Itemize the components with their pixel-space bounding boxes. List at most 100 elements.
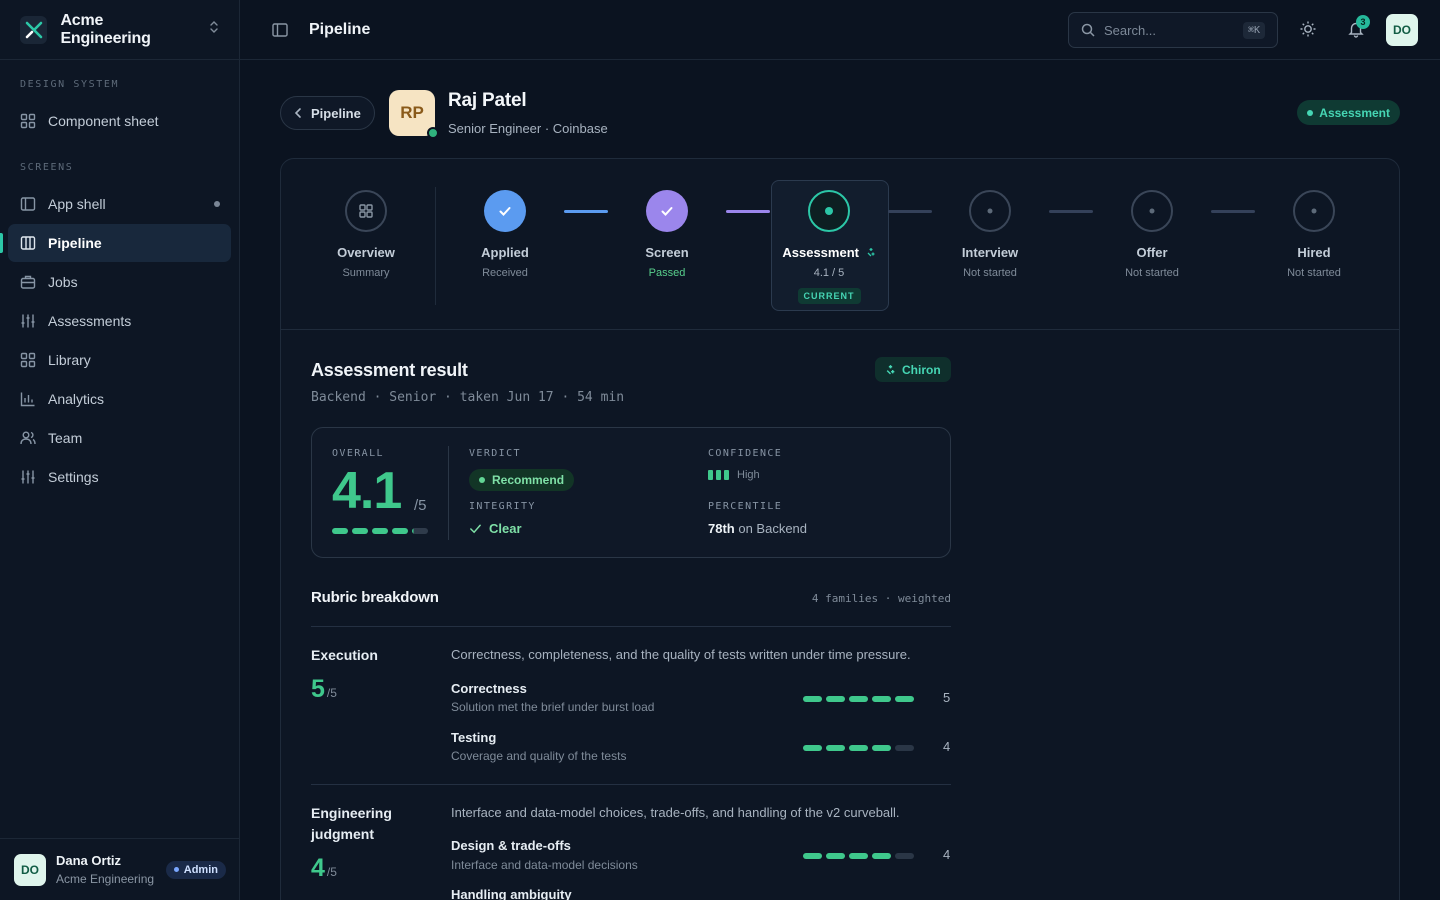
overall-label: OVERALL [332, 448, 384, 459]
percentile: 78th on Backend [708, 521, 807, 536]
criterion-score: 4 [943, 847, 951, 862]
step-status: Not started [1125, 267, 1179, 279]
confidence-meter: High [708, 469, 760, 481]
shortcut-hint: ⌘K [1242, 21, 1265, 39]
family-name: Execution [311, 647, 378, 663]
score-bar-segment [803, 853, 822, 859]
users-icon [20, 430, 36, 446]
step-label: Screen [645, 245, 689, 260]
columns-icon [20, 235, 36, 251]
check-icon [646, 190, 688, 232]
sliders-icon [20, 469, 36, 485]
sidebar-item-team[interactable]: Team [8, 419, 231, 457]
sidebar-item-pipeline[interactable]: Pipeline [0, 224, 231, 262]
dot-icon [1293, 190, 1335, 232]
divider [311, 626, 951, 627]
score-bar-segment [849, 696, 868, 702]
check-icon [484, 190, 526, 232]
family-name: Engineering judgment [311, 805, 392, 842]
overall-score-max: /5 [414, 497, 427, 514]
score-bar-segment [332, 528, 348, 534]
search-input[interactable] [1104, 22, 1224, 38]
grid-icon [20, 352, 36, 368]
confidence-value: High [737, 469, 760, 481]
confidence-bar-segment [708, 470, 713, 480]
confidence-bar-segment [716, 470, 721, 480]
dot-icon [969, 190, 1011, 232]
score-bar-segment [872, 853, 891, 859]
divider [435, 187, 436, 305]
sidebar-item-label: Component sheet [48, 113, 159, 129]
score-bar-segment [895, 853, 914, 859]
sliders-icon [20, 313, 36, 329]
step-assessment[interactable]: Assessment 4.1 / 5 CURRENT [771, 190, 887, 304]
search-box[interactable]: ⌘K [1068, 12, 1278, 48]
step-applied[interactable]: Applied Received [447, 190, 563, 279]
confidence-bar-segment [724, 470, 729, 480]
step-status: Passed [648, 267, 686, 279]
chiron-badge[interactable]: Chiron [875, 357, 951, 382]
sidebar-item-label: Pipeline [48, 235, 102, 251]
rubric-title: Rubric breakdown [311, 589, 439, 606]
step-screen[interactable]: Screen Passed [609, 190, 725, 279]
sidebar-item-jobs[interactable]: Jobs [8, 263, 231, 301]
overall-score: 4.1 [332, 462, 402, 520]
check-icon [469, 522, 482, 535]
user-org: Acme Engineering [56, 872, 155, 886]
sidebar: Acme Engineering DESIGN SYSTEM Component… [0, 0, 240, 900]
score-bar-segment [372, 528, 388, 534]
score-bar-segment [872, 696, 891, 702]
family-score: 4/5 [311, 854, 337, 883]
family-score-max: /5 [326, 865, 337, 879]
step-label: Applied [481, 245, 529, 260]
bell-icon[interactable]: 3 [1347, 15, 1370, 38]
candidate-name: Raj Patel [448, 90, 527, 111]
score-bar-segment [803, 696, 822, 702]
chevron-updown-icon [209, 20, 219, 39]
step-overview[interactable]: Overview Summary [308, 190, 424, 279]
step-status: Not started [1287, 267, 1341, 279]
sidebar-item-analytics[interactable]: Analytics [8, 380, 231, 418]
back-to-pipeline-button[interactable]: Pipeline [280, 96, 375, 130]
criterion-score: 4 [943, 739, 951, 754]
sidebar-item-app-shell[interactable]: App shell [8, 185, 231, 223]
integrity-label: INTEGRITY [469, 501, 536, 512]
user-menu[interactable]: DO Dana Ortiz Acme Engineering Admin [0, 838, 240, 900]
sidebar-toggle-icon[interactable] [271, 21, 289, 39]
rubric-meta: 4 families · weighted [811, 592, 951, 605]
workspace-switcher[interactable]: Acme Engineering [0, 0, 239, 60]
avatar: DO [14, 853, 46, 886]
sidebar-item-settings[interactable]: Settings [8, 458, 231, 496]
stage-badge: Assessment [1297, 100, 1400, 125]
step-label-row: Assessment [771, 245, 887, 260]
score-bar-segment [849, 853, 868, 859]
section-label-screens: SCREENS [20, 162, 74, 173]
current-dot-icon [808, 190, 850, 232]
step-hired[interactable]: Hired Not started [1256, 190, 1372, 279]
step-label: Interview [961, 245, 1019, 260]
sidebar-item-library[interactable]: Library [8, 341, 231, 379]
criterion-name: Design & trade-offs [451, 838, 571, 853]
family-description: Correctness, completeness, and the quali… [451, 647, 911, 662]
step-label: Hired [1297, 245, 1331, 260]
workspace-name: Acme Engineering [60, 11, 151, 47]
candidate-avatar: RP [389, 90, 439, 139]
sparkle-icon [866, 245, 876, 260]
score-bar-segment [826, 696, 845, 702]
step-label: Overview [337, 245, 395, 260]
user-name: Dana Ortiz [56, 853, 122, 868]
theme-toggle-sun-icon[interactable] [1299, 20, 1317, 38]
avatar[interactable]: DO [1386, 14, 1418, 46]
percentile-label: PERCENTILE [708, 501, 783, 512]
step-interview[interactable]: Interview Not started [932, 190, 1048, 279]
sidebar-item-label: Settings [48, 469, 99, 485]
sidebar-item-component-sheet[interactable]: Component sheet [8, 102, 231, 140]
verdict-label: VERDICT [469, 448, 521, 459]
score-bar-segment [895, 745, 914, 751]
section-title: Assessment result [311, 360, 468, 380]
step-offer[interactable]: Offer Not started [1094, 190, 1210, 279]
sidebar-item-assessments[interactable]: Assessments [8, 302, 231, 340]
grid-icon [20, 113, 36, 129]
criterion-description: Coverage and quality of the tests [451, 749, 627, 763]
step-connector [726, 210, 770, 213]
